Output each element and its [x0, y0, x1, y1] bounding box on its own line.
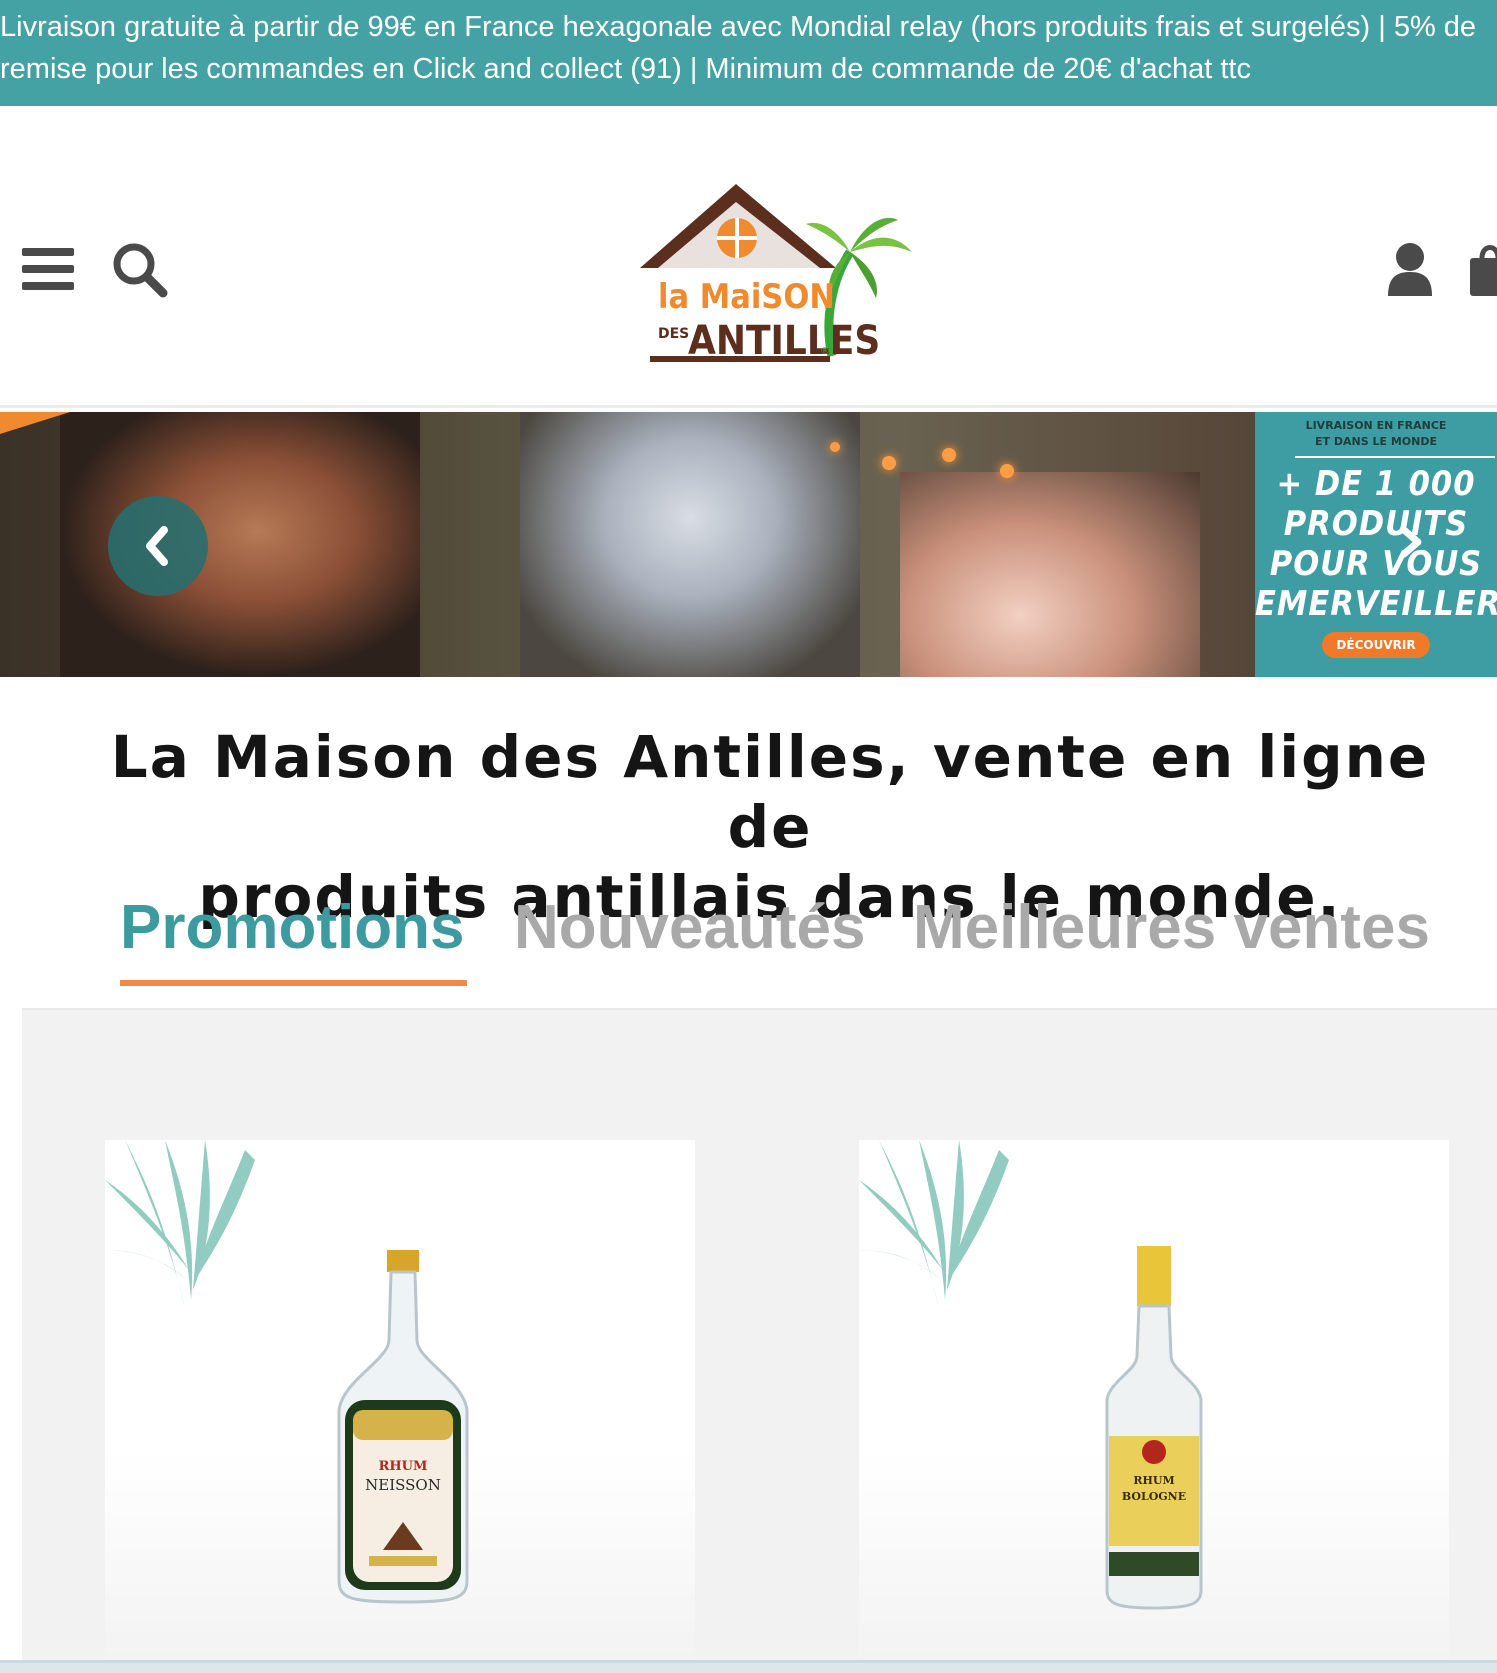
promo-divider	[1295, 456, 1495, 458]
hero-photo-man	[520, 412, 860, 677]
active-tab-underline	[120, 980, 467, 986]
chevron-left-icon	[146, 526, 168, 566]
carousel-prev-button[interactable]	[108, 496, 208, 596]
announcement-line-2: remise pour les commandes en Click and c…	[0, 53, 1251, 85]
promo-headline-line-2: PRODUITS	[1283, 504, 1469, 544]
chevron-right-icon[interactable]	[1390, 522, 1430, 562]
bottle-label-line-1: RHUM	[379, 1459, 428, 1474]
product-card[interactable]: RHUM NEISSON	[105, 1140, 695, 1660]
hero-photo-table	[900, 472, 1200, 677]
palm-leaf-decoration	[105, 1140, 255, 1310]
site-logo[interactable]: la MaiSON DES ANTILLES ®	[636, 180, 916, 366]
bottle-label-line-2: NEISSON	[365, 1476, 441, 1494]
page-bottom-edge	[0, 1660, 1497, 1673]
announcement-bar: Livraison gratuite à partir de 99€ en Fr…	[0, 0, 1497, 106]
hero-accent-stripe	[0, 412, 70, 434]
tab-promotions[interactable]: Promotions	[120, 888, 464, 968]
bokeh-light	[830, 442, 840, 452]
bokeh-light	[882, 456, 896, 470]
logo-text-line-1: la MaiSON	[658, 277, 835, 317]
bokeh-light	[1000, 464, 1014, 478]
logo-registered-mark: ®	[820, 346, 830, 357]
product-tabs: Promotions Nouveautés Meilleures ventes	[0, 888, 1497, 988]
user-account-icon[interactable]	[1386, 242, 1434, 296]
product-bottle-image[interactable]: RHUM NEISSON	[333, 1250, 473, 1610]
tab-nouveautes[interactable]: Nouveautés	[514, 888, 865, 968]
search-icon[interactable]	[110, 240, 170, 300]
product-grid: RHUM NEISSON RHUM BOLOGNE	[22, 1010, 1497, 1660]
promo-headline-line-1: + DE 1 000	[1276, 464, 1476, 504]
shopping-bag-icon[interactable]	[1468, 238, 1497, 298]
menu-icon[interactable]	[22, 248, 74, 292]
announcement-line-1: Livraison gratuite à partir de 99€ en Fr…	[0, 11, 1477, 43]
product-card[interactable]: RHUM BOLOGNE	[859, 1140, 1449, 1660]
promo-small-line-1: LIVRAISON EN FRANCE	[1305, 419, 1447, 432]
bokeh-light	[942, 448, 956, 462]
bottle-label-line-1: RHUM	[1133, 1474, 1174, 1487]
hero-promo-panel: LIVRAISON EN FRANCE ET DANS LE MONDE + D…	[1255, 412, 1497, 677]
logo-text-line-2: ANTILLES	[688, 318, 880, 364]
headline-line-1: La Maison des Antilles, vente en ligne d…	[110, 723, 1430, 861]
bottle-label-line-2: BOLOGNE	[1122, 1490, 1186, 1503]
page: Livraison gratuite à partir de 99€ en Fr…	[0, 0, 1497, 1673]
promo-headline-line-3: POUR VOUS	[1269, 544, 1483, 584]
logo-text-small: DES	[658, 326, 689, 342]
promo-headline-line-4: EMERVEILLER	[1255, 584, 1497, 624]
tab-meilleures-ventes[interactable]: Meilleures ventes	[913, 888, 1430, 968]
site-header: la MaiSON DES ANTILLES ®	[0, 106, 1497, 408]
palm-leaf-decoration	[859, 1140, 1009, 1310]
promo-small-line-2: ET DANS LE MONDE	[1315, 435, 1437, 448]
hero-carousel[interactable]: LIVRAISON EN FRANCE ET DANS LE MONDE + D…	[0, 412, 1497, 677]
discover-button[interactable]: DÉCOUVRIR	[1322, 632, 1430, 658]
